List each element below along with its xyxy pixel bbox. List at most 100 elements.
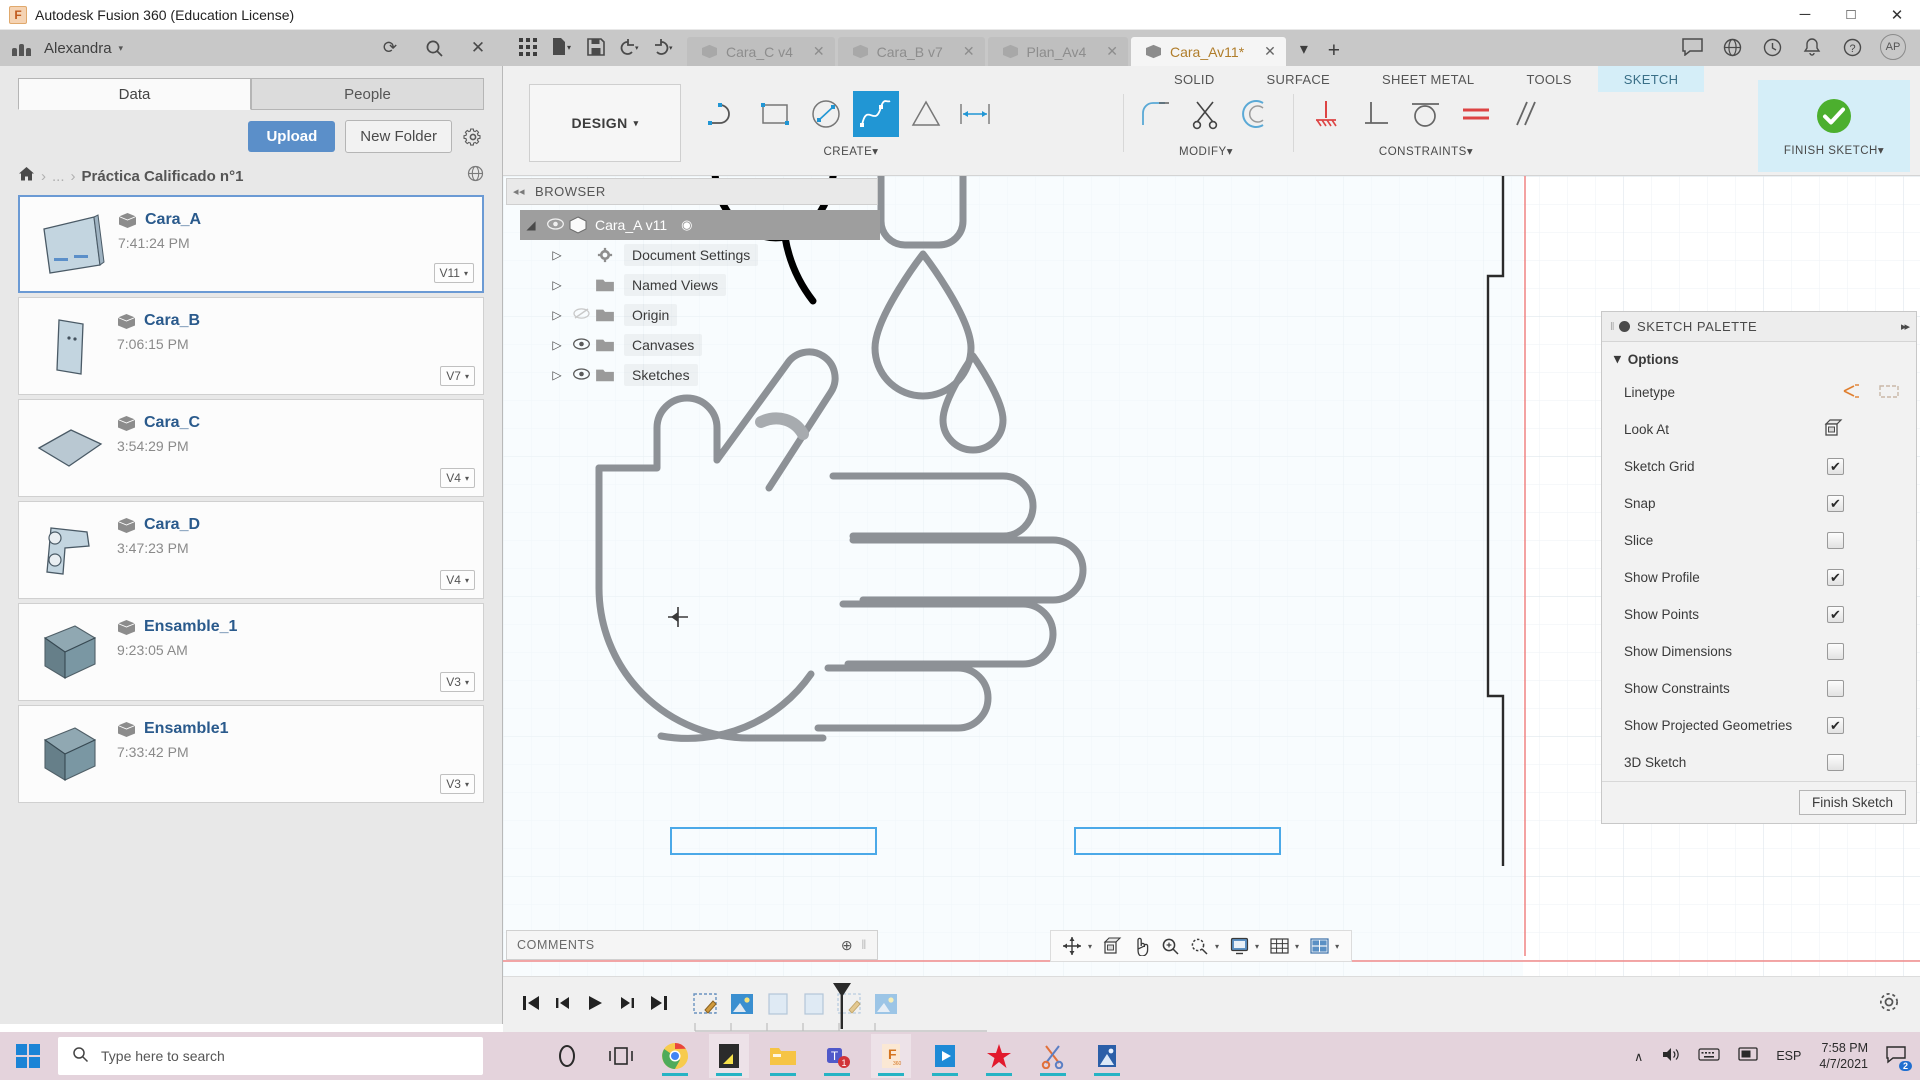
tab-close-icon[interactable]: ✕ — [813, 43, 825, 60]
item-name[interactable]: Cara_A — [145, 211, 201, 229]
checkbox-show-constraints[interactable] — [1827, 680, 1844, 697]
rectangle-icon[interactable] — [753, 91, 799, 137]
add-comment-icon[interactable]: ⊕ — [841, 937, 853, 954]
palette-row-sketch-grid[interactable]: Sketch Grid ✔ — [1602, 448, 1916, 485]
tangent-icon[interactable] — [1403, 91, 1449, 137]
new-folder-button[interactable]: New Folder — [345, 120, 452, 153]
parallel-icon[interactable] — [1503, 91, 1549, 137]
list-item[interactable]: Cara_C 3:54:29 PM V4 ▾ — [18, 399, 484, 497]
checkbox-show-dimensions[interactable] — [1827, 643, 1844, 660]
close-panel-icon[interactable]: ✕ — [467, 37, 489, 59]
palette-row-slice[interactable]: Slice — [1602, 522, 1916, 559]
fillet-icon[interactable] — [1133, 91, 1179, 137]
red-star-icon[interactable] — [979, 1034, 1019, 1078]
timeline-settings-gear-icon[interactable] — [1878, 991, 1920, 1018]
palette-row-show-constraints[interactable]: Show Constraints — [1602, 670, 1916, 707]
step-back-icon[interactable] — [553, 994, 573, 1015]
options-section-header[interactable]: ▾ Options — [1602, 342, 1916, 374]
item-name[interactable]: Ensamble1 — [144, 720, 228, 738]
tab-close-icon[interactable]: ✕ — [963, 43, 975, 60]
finish-sketch-button[interactable]: FINISH SKETCH▾ — [1758, 80, 1910, 172]
taskview-icon[interactable] — [601, 1034, 641, 1078]
language-indicator[interactable]: ESP — [1776, 1049, 1801, 1063]
skip-end-icon[interactable] — [649, 994, 669, 1015]
resize-grip-icon[interactable]: ‖ — [861, 938, 867, 952]
ribbon-tab-sketch[interactable]: SKETCH — [1598, 66, 1705, 92]
group-label-create[interactable]: CREATE▾ — [823, 144, 878, 158]
bell-icon[interactable] — [1800, 35, 1824, 59]
palette-row-show-dimensions[interactable]: Show Dimensions — [1602, 633, 1916, 670]
search-icon[interactable] — [423, 37, 445, 59]
viewports-icon[interactable] — [1306, 934, 1332, 958]
version-badge[interactable]: V3 ▾ — [440, 774, 475, 794]
expander-icon[interactable]: ▷ — [546, 368, 568, 382]
teams-icon[interactable]: T1 — [817, 1034, 857, 1078]
zoom-icon[interactable] — [1157, 934, 1183, 958]
collapse-icon[interactable]: ◂◂ — [513, 185, 525, 198]
tab-close-icon[interactable]: ✕ — [1106, 43, 1118, 60]
item-name[interactable]: Cara_B — [144, 312, 200, 330]
undo-icon[interactable]: ▾ — [615, 35, 645, 59]
grid-snap-icon[interactable] — [1266, 934, 1292, 958]
visibility-eye-off-icon[interactable] — [568, 307, 594, 323]
version-badge[interactable]: V7 ▾ — [440, 366, 475, 386]
expander-icon[interactable]: ▷ — [546, 338, 568, 352]
group-label-modify[interactable]: MODIFY▾ — [1179, 144, 1233, 158]
tab-cara-a[interactable]: Cara_Av11* ✕ — [1131, 37, 1286, 66]
visibility-eye-icon[interactable] — [542, 218, 568, 233]
breadcrumb-ellipsis[interactable]: ... — [52, 168, 65, 185]
help-icon[interactable]: ? — [1840, 35, 1864, 59]
tab-data[interactable]: Data — [18, 78, 251, 110]
orbit-icon[interactable] — [1059, 934, 1085, 958]
visibility-eye-icon[interactable] — [568, 368, 594, 383]
palette-row-show-profile[interactable]: Show Profile ✔ — [1602, 559, 1916, 596]
list-item[interactable]: Cara_A 7:41:24 PM V11 ▾ — [18, 195, 484, 293]
item-name[interactable]: Ensamble_1 — [144, 618, 237, 636]
checkbox-show-profile[interactable]: ✔ — [1827, 569, 1844, 586]
sticky-notes-icon[interactable] — [709, 1034, 749, 1078]
tab-cara-c[interactable]: Cara_C v4 ✕ — [687, 37, 835, 66]
dimension-icon[interactable] — [953, 91, 999, 137]
taskbar-search-input[interactable]: Type here to search — [58, 1037, 483, 1075]
minimize-button[interactable]: ─ — [1782, 0, 1828, 30]
palette-row-snap[interactable]: Snap ✔ — [1602, 485, 1916, 522]
palette-row-show-points[interactable]: Show Points ✔ — [1602, 596, 1916, 633]
tab-plan-a[interactable]: Plan_Av4 ✕ — [988, 37, 1128, 66]
chevron-down-icon[interactable]: ▾ — [1335, 942, 1339, 951]
version-badge[interactable]: V3 ▾ — [440, 672, 475, 692]
upload-button[interactable]: Upload — [248, 121, 335, 152]
list-item[interactable]: Cara_B 7:06:15 PM V7 ▾ — [18, 297, 484, 395]
tab-overflow-icon[interactable]: ▾ — [1289, 37, 1319, 61]
trim-icon[interactable] — [1183, 91, 1229, 137]
expander-icon[interactable]: ▷ — [546, 308, 568, 322]
user-name-label[interactable]: Alexandra — [44, 40, 112, 57]
list-item[interactable]: Ensamble1 7:33:42 PM V3 ▾ — [18, 705, 484, 803]
photos-icon[interactable] — [1087, 1034, 1127, 1078]
breadcrumb-current-folder[interactable]: Práctica Calificado n°1 — [82, 168, 244, 185]
avatar[interactable]: AP — [1880, 34, 1906, 60]
tab-cara-b[interactable]: Cara_B v7 ✕ — [838, 37, 985, 66]
palette-row-3d-sketch[interactable]: 3D Sketch — [1602, 744, 1916, 781]
tree-node-named-views[interactable]: ▷ Named Views — [520, 270, 880, 300]
monitor-icon[interactable] — [1738, 1047, 1758, 1066]
fix-icon[interactable] — [1303, 91, 1349, 137]
group-label-constraints[interactable]: CONSTRAINTS▾ — [1379, 144, 1473, 158]
home-icon[interactable] — [18, 166, 35, 187]
file-explorer-icon[interactable] — [763, 1034, 803, 1078]
pan-icon[interactable] — [1128, 934, 1154, 958]
help-globe-icon[interactable] — [1720, 35, 1744, 59]
new-tab-button[interactable]: + — [1319, 39, 1349, 63]
finish-sketch-palette-button[interactable]: Finish Sketch — [1799, 790, 1906, 815]
gear-icon[interactable] — [462, 126, 484, 148]
save-icon[interactable] — [581, 35, 611, 59]
tab-people[interactable]: People — [251, 78, 484, 110]
version-badge[interactable]: V11 ▾ — [434, 263, 474, 283]
sketch-palette-header[interactable]: ‖ SKETCH PALETTE ▸▸ — [1602, 312, 1916, 342]
spline-icon[interactable] — [853, 91, 899, 137]
tree-node-sketches[interactable]: ▷ Sketches — [520, 360, 880, 390]
keyboard-icon[interactable] — [1698, 1047, 1720, 1065]
volume-icon[interactable] — [1661, 1046, 1680, 1066]
maximize-button[interactable]: □ — [1828, 0, 1874, 30]
drag-grip-icon[interactable]: ‖ — [1610, 321, 1615, 333]
tree-root-node[interactable]: ◢ Cara_A v11 ◉ — [520, 210, 880, 240]
